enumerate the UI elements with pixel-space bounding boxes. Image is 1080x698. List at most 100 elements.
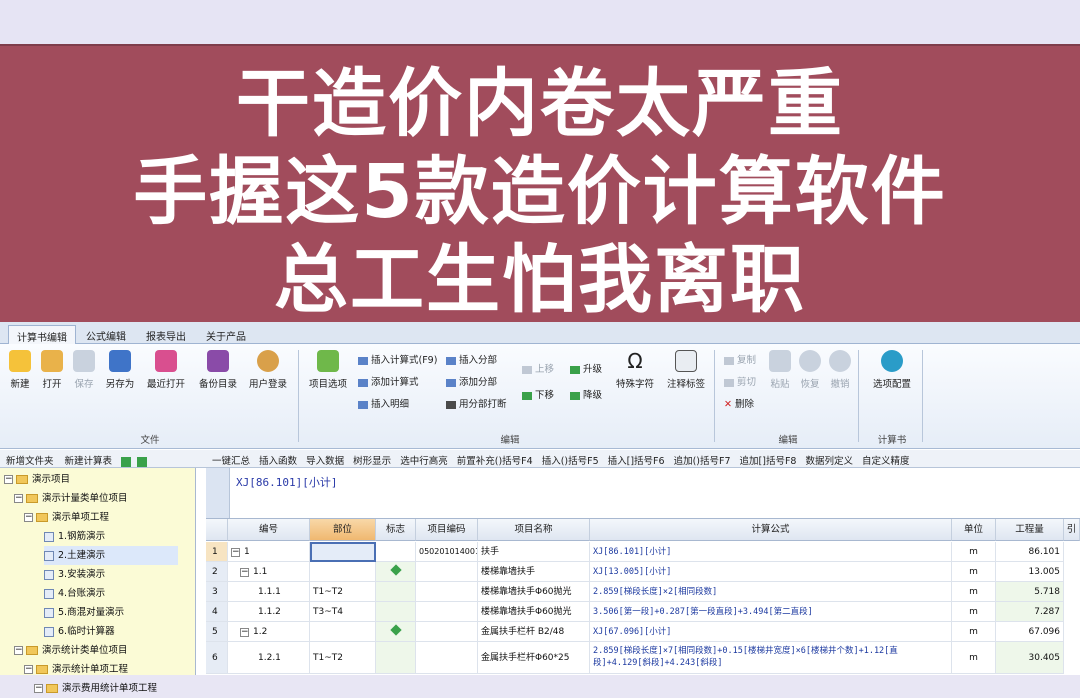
backup-button[interactable]: 备份目录 (199, 350, 237, 390)
col-header-ref[interactable]: 引 (1064, 519, 1080, 541)
import-data-button[interactable]: 导入数据 (306, 456, 344, 467)
collapse-icon[interactable]: − (240, 568, 249, 577)
cut-button[interactable]: 剪切 (724, 374, 756, 388)
cell-part[interactable] (310, 562, 376, 582)
cell-unit[interactable]: m (952, 582, 996, 602)
cell-code[interactable]: 1.1.1 (228, 582, 310, 602)
recent-button[interactable]: 最近打开 (147, 350, 185, 390)
tab-report-export[interactable]: 报表导出 (138, 325, 194, 344)
tab-formula-edit[interactable]: 公式编辑 (78, 325, 134, 344)
cell-qty[interactable]: 7.287 (996, 602, 1064, 622)
cell-formula[interactable]: XJ[86.101][小计] (590, 542, 952, 562)
collapse-icon[interactable]: − (231, 548, 240, 557)
col-header-code[interactable]: 编号 (228, 519, 310, 541)
part-print-button[interactable]: 用分部打断 (446, 396, 507, 410)
insert-detail-button[interactable]: 插入明细 (358, 396, 409, 410)
tab-calc-edit[interactable]: 计算书编辑 (8, 325, 76, 344)
cell-part[interactable] (310, 622, 376, 642)
column-def-dropdown[interactable]: 数据列定义 (806, 456, 854, 467)
cell-qty[interactable]: 30.405 (996, 642, 1064, 674)
tab-about[interactable]: 关于产品 (198, 325, 254, 344)
cell-item-name[interactable]: 扶手 (478, 542, 590, 562)
annotation-button[interactable]: 注释标签 (667, 350, 705, 390)
col-header-formula[interactable]: 计算公式 (590, 519, 952, 541)
cell-part[interactable]: T3~T4 (310, 602, 376, 622)
insert-paren-button[interactable]: 插入()括号F5 (542, 456, 599, 467)
collapse-icon[interactable]: − (24, 665, 33, 674)
tree-item[interactable]: − 演示计量类单位项目 (14, 489, 128, 508)
cell-qty[interactable]: 13.005 (996, 562, 1064, 582)
cell-item-code[interactable] (416, 582, 478, 602)
item-options-button[interactable]: 项目选项 (309, 350, 347, 390)
new-folder-button[interactable]: 新增文件夹 (6, 456, 54, 467)
new-sheet-button[interactable]: 新建计算表 (65, 456, 113, 467)
cell-part-selected[interactable] (310, 542, 376, 562)
tree-item[interactable]: − 演示费用统计单项工程 (34, 679, 157, 698)
col-header-unit[interactable]: 单位 (952, 519, 996, 541)
move-down-button[interactable]: 下移 (522, 387, 554, 401)
tree-item[interactable]: 6.临时计算器 (44, 622, 115, 641)
col-header-part[interactable]: 部位 (310, 519, 376, 541)
collapse-icon[interactable]: − (240, 628, 249, 637)
col-header-flag[interactable]: 标志 (376, 519, 416, 541)
tree-item[interactable]: 1.钢筋演示 (44, 527, 105, 546)
delete-button[interactable]: ✕ 删除 (724, 396, 754, 410)
highlight-row-button[interactable]: 选中行高亮 (400, 456, 448, 467)
tree-item[interactable]: 5.商混对量演示 (44, 603, 124, 622)
special-char-button[interactable]: Ω 特殊字符 (616, 350, 654, 390)
user-login-button[interactable]: 用户登录 (249, 350, 287, 390)
collapse-icon[interactable]: − (24, 513, 33, 522)
move-up-button[interactable]: 上移 (522, 361, 554, 375)
cell-code[interactable]: 1.1.2 (228, 602, 310, 622)
cell-flag[interactable] (376, 542, 416, 562)
tree-view-dropdown[interactable]: 树形显示 (353, 456, 391, 467)
collapse-icon[interactable]: − (34, 684, 43, 693)
cell-formula[interactable]: XJ[13.005][小计] (590, 562, 952, 582)
cell-unit[interactable]: m (952, 542, 996, 562)
cell-flag[interactable] (376, 602, 416, 622)
upgrade-button[interactable]: 升级 (570, 361, 602, 375)
tree-item[interactable]: − 演示统计单项工程 (24, 660, 128, 679)
collapse-icon[interactable]: − (14, 494, 23, 503)
insert-part-button[interactable]: 插入分部 (446, 352, 497, 366)
cell-formula[interactable]: 2.859[梯段长度]×7[相同段数]+0.15[楼梯井宽度]×6[楼梯井个数]… (590, 642, 952, 674)
cell-formula[interactable]: 3.506[第一段]+0.287[第一段直段]+3.494[第二直段] (590, 602, 952, 622)
tree-item[interactable]: − 演示单项工程 (24, 508, 109, 527)
undo-button[interactable]: 撤销 (822, 350, 858, 390)
cell-flag[interactable] (376, 582, 416, 602)
copy-button[interactable]: 复制 (724, 352, 756, 366)
col-header-item-name[interactable]: 项目名称 (478, 519, 590, 541)
cell-formula[interactable]: 2.859[梯段长度]×2[相同段数] (590, 582, 952, 602)
cell-item-name[interactable]: 楼梯靠墙扶手Φ60抛光 (478, 582, 590, 602)
cell-item-code[interactable] (416, 622, 478, 642)
insert-bracket-button[interactable]: 插入[]括号F6 (608, 456, 665, 467)
cell-part[interactable]: T1~T2 (310, 642, 376, 674)
cell-unit[interactable]: m (952, 602, 996, 622)
cell-qty[interactable]: 5.718 (996, 582, 1064, 602)
cell-unit[interactable]: m (952, 622, 996, 642)
insert-formula-button[interactable]: 插入计算式(F9) (358, 352, 437, 366)
cell-item-code[interactable] (416, 642, 478, 674)
insert-function-button[interactable]: 插入函数 (259, 456, 297, 467)
cell-qty[interactable]: 67.096 (996, 622, 1064, 642)
add-part-button[interactable]: 添加分部 (446, 374, 497, 388)
formula-text[interactable]: XJ[86.101][小计] (236, 474, 337, 490)
cell-unit[interactable]: m (952, 562, 996, 582)
cell-code[interactable]: −1.1 (228, 562, 310, 582)
downgrade-button[interactable]: 降级 (570, 387, 602, 401)
cell-flag[interactable] (376, 622, 416, 642)
cell-flag[interactable] (376, 562, 416, 582)
cell-code[interactable]: −1.2 (228, 622, 310, 642)
add-formula-button[interactable]: 添加计算式 (358, 374, 419, 388)
cell-code[interactable]: −1 (228, 542, 310, 562)
collapse-icon[interactable]: − (4, 475, 13, 484)
tree-item[interactable]: 4.台账演示 (44, 584, 105, 603)
cell-item-code[interactable] (416, 562, 478, 582)
arrow-down-icon[interactable] (137, 456, 148, 467)
custom-precision-button[interactable]: 自定义精度 (862, 456, 910, 467)
cell-item-name[interactable]: 金属扶手栏杆Φ60*25 (478, 642, 590, 674)
cell-item-name[interactable]: 楼梯靠墙扶手 (478, 562, 590, 582)
options-config-button[interactable]: 选项配置 (873, 350, 911, 390)
collapse-icon[interactable]: − (14, 646, 23, 655)
col-header-item-code[interactable]: 项目编码 (416, 519, 478, 541)
